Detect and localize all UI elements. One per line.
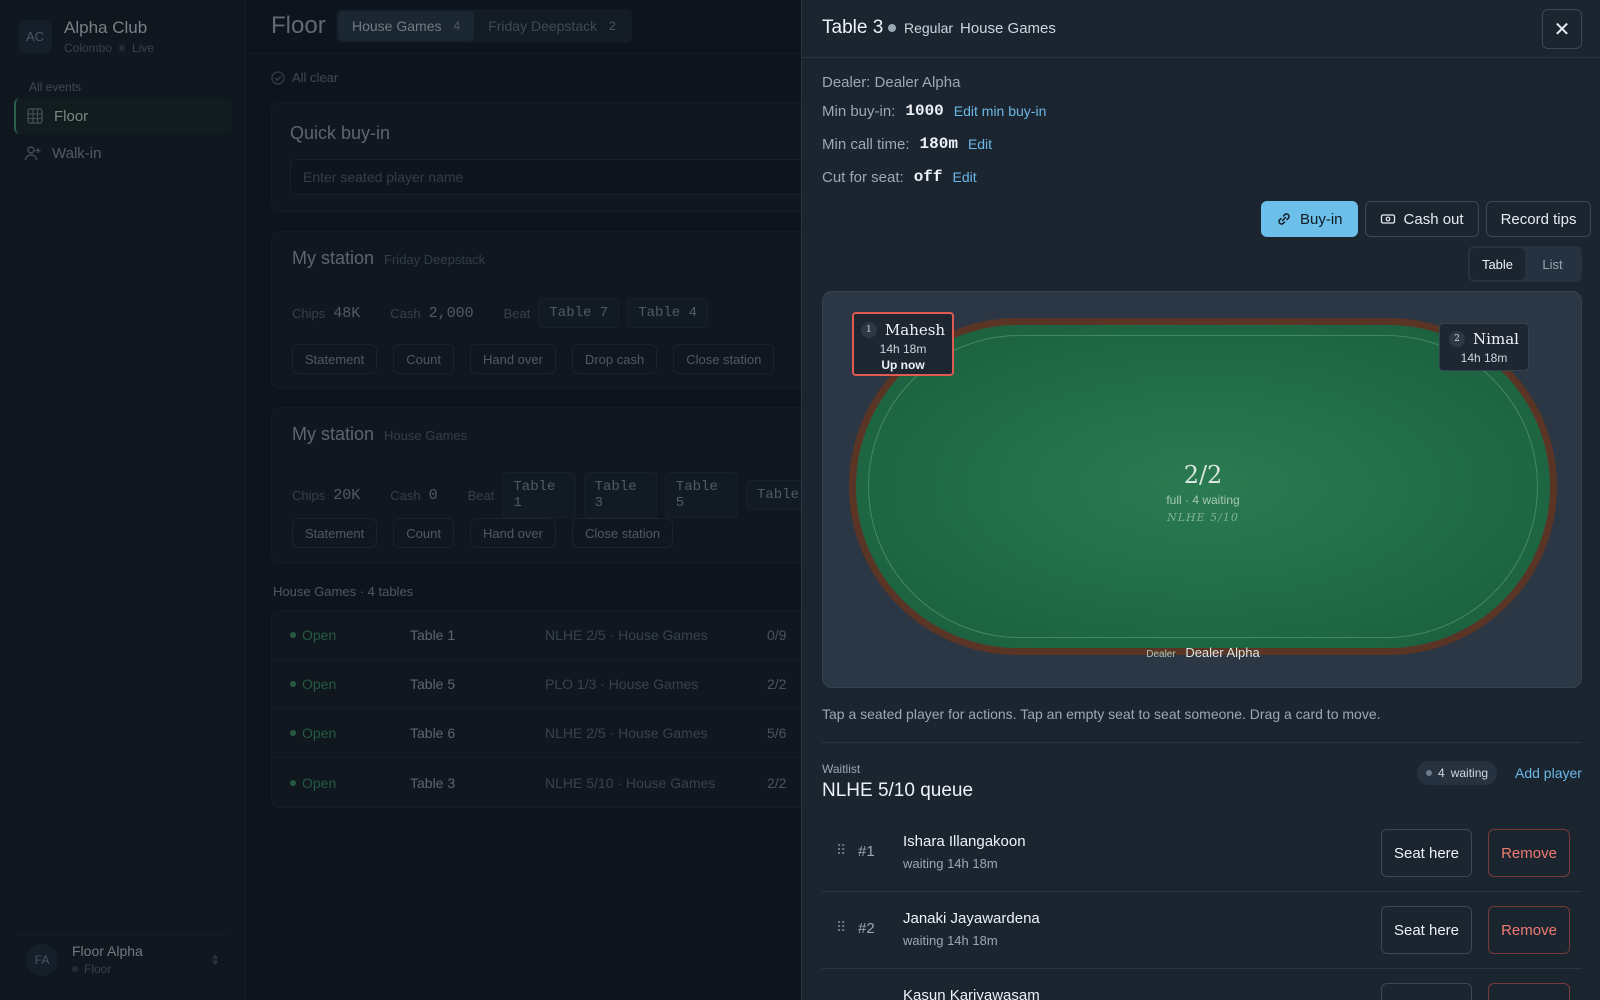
seat-player-name: Mahesh	[884, 321, 946, 339]
felt-game-label: NLHE 5/10	[1167, 511, 1239, 524]
dealer-text: Dealer: Dealer Alpha	[822, 74, 961, 91]
close-icon: ✕	[1553, 18, 1571, 41]
edit-cut-link[interactable]: Edit	[953, 169, 977, 185]
seat-2-card[interactable]: 2 Nimal 14h 18m	[1439, 323, 1529, 371]
waiting-count-badge: 4 waiting	[1417, 761, 1498, 785]
dealer-label: Dealer	[1146, 649, 1176, 660]
buy-in-button[interactable]: Buy-in	[1261, 201, 1358, 237]
seat-note: Up now	[881, 358, 925, 372]
cut-value: off	[913, 168, 943, 186]
table-layout: 2/2 full · 4 waiting NLHE 5/10 Dealer De…	[822, 291, 1582, 688]
poker-table-felt: 2/2 full · 4 waiting NLHE 5/10 Dealer De…	[856, 325, 1550, 660]
modal-backdrop[interactable]	[0, 0, 801, 1000]
drag-handle-icon[interactable]: ⠿	[836, 919, 846, 936]
seat-1-card[interactable]: 1 Mahesh 14h 18m Up now	[852, 312, 954, 376]
waitlist-entry[interactable]: ⠿ #1 Ishara Illangakoon waiting 14h 18m …	[822, 816, 1582, 892]
waiting-label: waiting	[1450, 766, 1489, 780]
seat-status: full · 4 waiting	[1166, 493, 1240, 507]
seat-time: 14h 18m	[879, 342, 927, 356]
close-button[interactable]: ✕	[1542, 9, 1582, 49]
cut-label: Cut for seat:	[822, 168, 904, 186]
table-drawer: Table 3 Regular House Games ✕ Dealer: De…	[801, 0, 1600, 1000]
drawer-title: Table 3	[822, 17, 884, 38]
seat-here-button[interactable]: Seat here	[1381, 829, 1472, 877]
table-type-badge: Regular	[888, 20, 953, 36]
seat-number: 2	[1449, 331, 1466, 347]
min-buyin-label: Min buy-in:	[822, 102, 896, 120]
wait-time: waiting 14h 18m	[903, 856, 998, 871]
wait-time: waiting 14h 18m	[903, 933, 998, 948]
seat-here-button[interactable]: Seat here	[1381, 906, 1472, 954]
record-tips-button[interactable]: Record tips	[1485, 201, 1592, 237]
player-name: Ishara Illangakoon	[903, 833, 1026, 850]
min-call-value: 180m	[919, 135, 958, 153]
waitlist-entry[interactable]: Kasun Kariyawasam	[822, 970, 1582, 1000]
link-icon	[1278, 213, 1290, 225]
drag-handle-icon[interactable]: ⠿	[836, 842, 846, 859]
edit-min-call-link[interactable]: Edit	[968, 136, 992, 152]
table-type: Regular	[904, 20, 954, 36]
divider	[822, 742, 1582, 743]
min-buyin-line: Min buy-in: 1000 Edit min buy-in	[822, 102, 1046, 120]
dealer-line: Dealer: Dealer Alpha	[822, 74, 960, 91]
status-dot-icon	[888, 24, 896, 32]
seat-time: 14h 18m	[1460, 351, 1508, 365]
min-call-line: Min call time: 180m Edit	[822, 135, 992, 153]
view-toggle: Table List	[1468, 246, 1582, 282]
waitlist-title: NLHE 5/10 queue	[822, 780, 974, 801]
dealer-name: Dealer Alpha	[1185, 645, 1260, 660]
min-call-label: Min call time:	[822, 135, 910, 153]
queue-position: #2	[858, 920, 875, 937]
seat-number: 1	[860, 322, 877, 338]
dealer-position: Dealer Dealer Alpha	[856, 645, 1550, 660]
waiting-count: 4	[1438, 766, 1445, 780]
banknote-icon	[1380, 214, 1395, 224]
table-hint: Tap a seated player for actions. Tap an …	[822, 706, 1381, 722]
waitlist-label: Waitlist	[822, 762, 861, 776]
buy-in-label: Buy-in	[1300, 210, 1343, 228]
view-list-option[interactable]: List	[1525, 248, 1580, 280]
drawer-actions: Buy-in Cash out Record tips	[1261, 201, 1592, 237]
remove-button[interactable]: Remove	[1488, 829, 1570, 877]
player-name: Kasun Kariyawasam	[903, 987, 1040, 1000]
waitlist-entry[interactable]: ⠿ #2 Janaki Jayawardena waiting 14h 18m …	[822, 893, 1582, 969]
add-player-link[interactable]: Add player	[1515, 765, 1582, 781]
min-buyin-value: 1000	[905, 102, 944, 120]
remove-button[interactable]: Remove	[1488, 906, 1570, 954]
cash-out-button[interactable]: Cash out	[1364, 201, 1479, 237]
waiting-dot-icon	[1426, 770, 1432, 776]
remove-button[interactable]	[1488, 983, 1570, 1000]
drawer-header: Table 3 Regular House Games ✕	[802, 0, 1600, 58]
cash-out-label: Cash out	[1403, 210, 1464, 228]
seat-player-name: Nimal	[1473, 330, 1519, 348]
edit-min-buyin-link[interactable]: Edit min buy-in	[954, 103, 1047, 119]
player-name: Janaki Jayawardena	[903, 910, 1040, 927]
cut-line: Cut for seat: off Edit	[822, 168, 977, 186]
queue-position: #1	[858, 843, 875, 860]
game-group: House Games	[960, 20, 1056, 37]
seat-count: 2/2	[1183, 461, 1223, 489]
seat-here-button[interactable]	[1381, 983, 1472, 1000]
view-table-option[interactable]: Table	[1470, 248, 1525, 280]
